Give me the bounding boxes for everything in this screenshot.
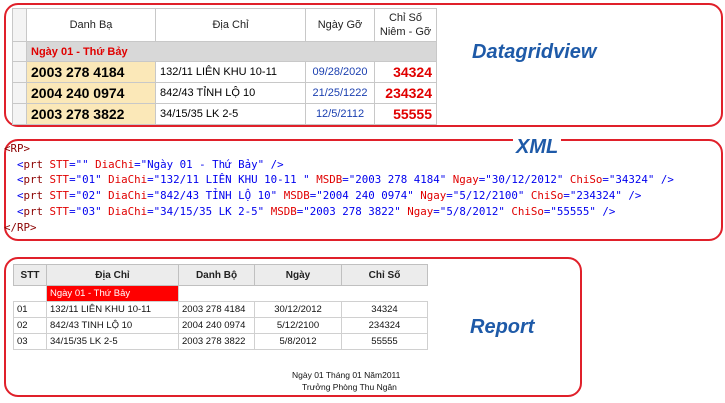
xml-root-open: <RP> (4, 142, 31, 155)
report-cell-ngay: 5/12/2100 (254, 317, 342, 334)
cell-chiso[interactable]: 34324 (374, 61, 437, 83)
xml-diachi: Ngày 01 - Thứ Bảy (147, 157, 258, 171)
group-row[interactable]: Ngày 01 - Thứ Bảy (12, 41, 437, 62)
xml-msdb: 2003 278 3822 (309, 204, 395, 218)
report-cell-chiso: 55555 (341, 333, 428, 350)
xml-diachi: 842/43 TỈNH LỘ 10 (160, 189, 271, 203)
cell-ngay[interactable]: 21/25/1222 (305, 82, 375, 104)
report-cell-ngay: 30/12/2012 (254, 301, 342, 318)
report-cell-danhbo: 2003 278 3822 (178, 333, 255, 350)
report-cell-danhbo: 2003 278 4184 (178, 301, 255, 318)
cell-chiso[interactable]: 55555 (374, 103, 437, 125)
xml-ngay: 5/12/2100 (459, 189, 518, 203)
column-header-chiso-line1: Chỉ Số (388, 12, 423, 24)
cell-diachi[interactable]: 132/11 LIÊN KHU 10-11 (155, 61, 306, 83)
report-header-chiso: Chỉ Số (341, 264, 428, 286)
report-cell-diachi: 842/43 TINH LỘ 10 (46, 317, 179, 334)
report-cell-danhbo: 2004 240 0974 (178, 317, 255, 334)
report-cell-chiso: 34324 (341, 301, 428, 318)
xml-chiso: 34324 (615, 173, 648, 187)
xml-ngay: 30/12/2012 (491, 173, 557, 187)
report-header-danhbo: Danh Bộ (178, 264, 255, 286)
xml-chiso: 55555 (556, 204, 590, 218)
report-title: Report (470, 316, 535, 338)
column-header-chiso[interactable]: Chỉ Số Niêm - Gỡ (374, 8, 437, 42)
xml-stt: 01 (82, 173, 96, 187)
table-row[interactable]: 2004 240 0974 842/43 TỈNH LỘ 10 21/25/12… (12, 82, 437, 104)
row-header[interactable] (12, 82, 27, 104)
cell-ngay[interactable]: 12/5/2112 (305, 103, 375, 125)
report-cell-stt: 03 (13, 333, 47, 350)
xml-diachi: 132/11 LIÊN KHU 10-11 (160, 173, 304, 187)
report-row: 03 34/15/35 LK 2-5 2003 278 3822 5/8/201… (13, 333, 428, 350)
datagrid: Danh Bạ Địa Chỉ Ngày Gỡ Chỉ Số Niêm - Gỡ… (12, 8, 437, 125)
report-header-stt: STT (13, 264, 47, 286)
xml-msdb: 2003 278 4184 (355, 173, 440, 187)
report-cell-stt: 02 (13, 317, 47, 334)
report-table: STT Địa Chỉ Danh Bộ Ngày Chỉ Số Ngày 01 … (13, 264, 428, 350)
report-footer-date: Ngày 01 Tháng 01 Năm2011 (292, 370, 401, 380)
cell-diachi[interactable]: 842/43 TỈNH LỘ 10 (155, 82, 306, 104)
xml-root-close: </RP> (4, 220, 37, 234)
xml-stt: 02 (82, 189, 96, 203)
report-cell-diachi: 34/15/35 LK 2-5 (46, 333, 179, 350)
table-row[interactable]: 2003 278 3822 34/15/35 LK 2-5 12/5/2112 … (12, 103, 437, 125)
row-header[interactable] (12, 41, 27, 62)
group-label: Ngày 01 - Thứ Bảy (26, 41, 437, 62)
row-header[interactable] (12, 103, 27, 125)
xml-chiso: 234324 (576, 189, 616, 203)
column-header-diachi[interactable]: Địa Chỉ (155, 8, 306, 42)
xml-msdb: 2004 240 0974 (322, 189, 408, 203)
xml-ngay: 5/8/2012 (446, 204, 499, 218)
cell-danhba[interactable]: 2003 278 4184 (26, 61, 156, 83)
report-cell-ngay: 5/8/2012 (254, 333, 342, 350)
cell-diachi[interactable]: 34/15/35 LK 2-5 (155, 103, 306, 125)
column-header-chiso-line2: Niêm - Gỡ (379, 26, 432, 38)
report-header-ngay: Ngày (254, 264, 342, 286)
report-header-diachi: Địa Chỉ (46, 264, 179, 286)
datagridview-title: Datagridview (472, 41, 597, 63)
report-cell-diachi: 132/11 LIÊN KHU 10-11 (46, 301, 179, 318)
cell-chiso[interactable]: 234324 (374, 82, 437, 104)
table-row[interactable]: 2003 278 4184 132/11 LIÊN KHU 10-11 09/2… (12, 61, 437, 83)
report-cell-stt: 01 (13, 301, 47, 318)
column-header-danhba[interactable]: Danh Bạ (26, 8, 156, 42)
cell-danhba[interactable]: 2003 278 3822 (26, 103, 156, 125)
cell-danhba[interactable]: 2004 240 0974 (26, 82, 156, 104)
report-footer-signature: Trưởng Phòng Thu Ngân (302, 382, 397, 392)
row-header[interactable] (12, 61, 27, 83)
row-header-corner[interactable] (12, 8, 27, 42)
xml-code-block: <RP> <prt STT="" DiaChi="Ngày 01 - Thứ B… (4, 142, 674, 234)
xml-stt: 03 (82, 204, 96, 218)
xml-diachi: 34/15/35 LK 2-5 (160, 204, 258, 218)
report-group-label: Ngày 01 - Thứ Bảy (46, 285, 179, 302)
cell-ngay[interactable]: 09/28/2020 (305, 61, 375, 83)
report-row: 01 132/11 LIÊN KHU 10-11 2003 278 4184 3… (13, 301, 428, 318)
report-row: 02 842/43 TINH LỘ 10 2004 240 0974 5/12/… (13, 317, 428, 334)
report-cell-chiso: 234324 (341, 317, 428, 334)
report-group-row: Ngày 01 - Thứ Bảy (14, 285, 428, 302)
column-header-ngay[interactable]: Ngày Gỡ (305, 8, 375, 42)
